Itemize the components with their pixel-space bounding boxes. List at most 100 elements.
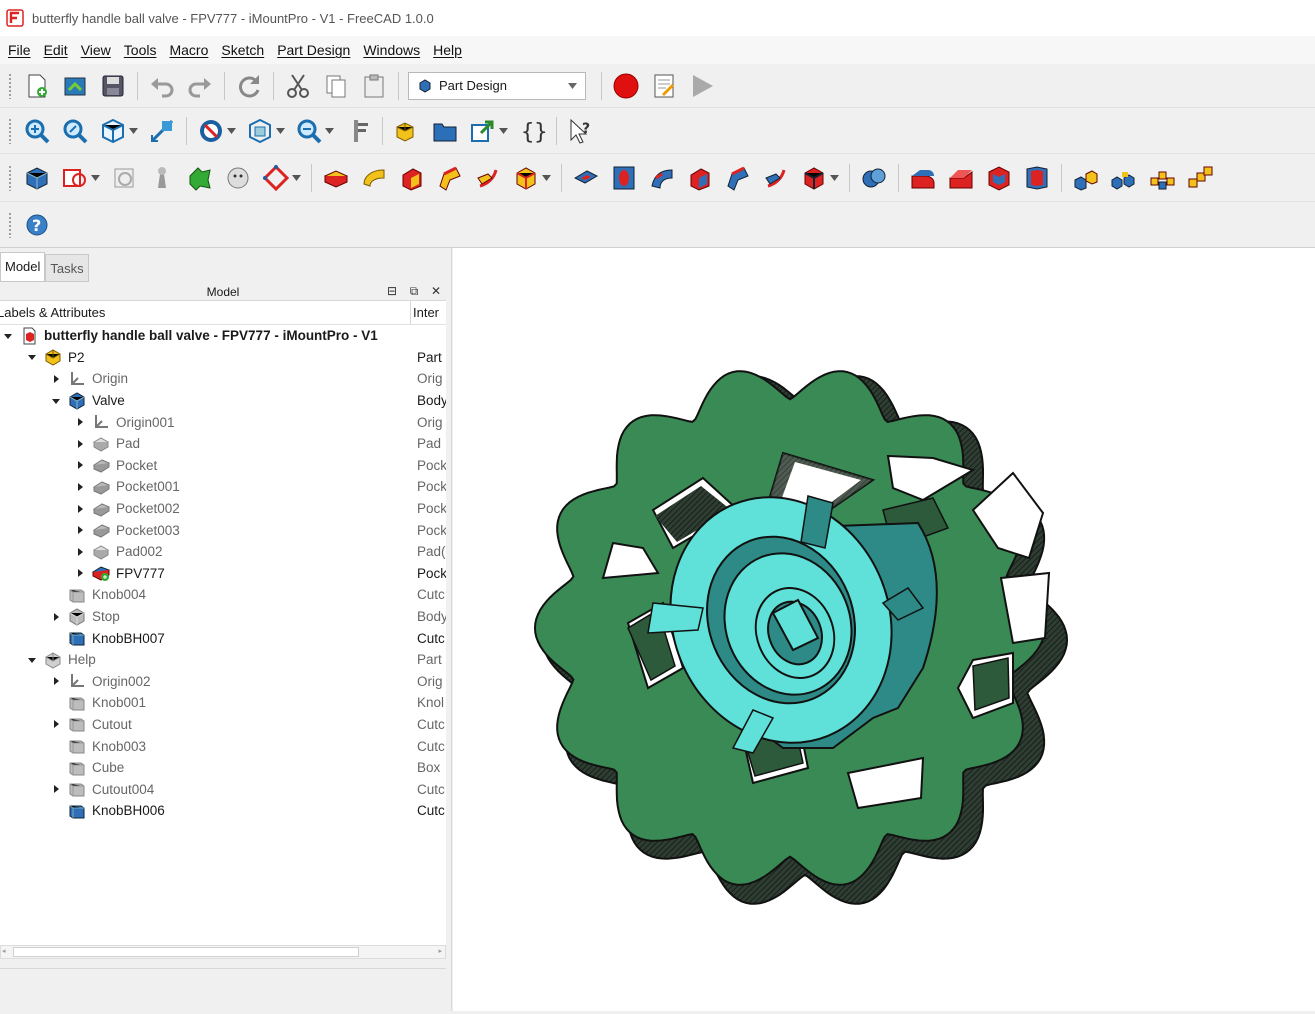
toolbar-grip[interactable] (8, 164, 12, 191)
standard-views-dropdown[interactable] (129, 127, 139, 134)
tree-row[interactable]: Knob001 Knol (0, 692, 446, 714)
datum-plane-button[interactable] (260, 162, 292, 194)
create-group-button[interactable] (429, 115, 461, 147)
workbench-selector[interactable]: Part Design (408, 71, 586, 100)
hole-button[interactable] (608, 162, 640, 194)
tree-row[interactable]: Pocket Pock (0, 455, 446, 477)
paste-button[interactable] (358, 70, 390, 102)
tree-row[interactable]: Pocket001 Pock (0, 476, 446, 498)
tree-row[interactable]: Help Part (0, 649, 446, 671)
scroll-left-icon[interactable]: ◂ (2, 947, 6, 955)
tree-row[interactable]: butterfly handle ball valve - FPV777 - i… (0, 325, 446, 347)
draw-style-dropdown[interactable] (227, 127, 237, 134)
multi-transform-button[interactable] (1184, 162, 1216, 194)
menu-macro[interactable]: Macro (165, 42, 217, 58)
tree-row[interactable]: Cutout Cutc (0, 714, 446, 736)
tree-row[interactable]: Pocket003 Pock (0, 519, 446, 541)
tree-expander[interactable] (74, 546, 86, 558)
datum-dropdown[interactable] (292, 174, 302, 181)
loft-button[interactable] (396, 162, 428, 194)
tree-row[interactable]: Valve Body (0, 390, 446, 412)
zoom-button[interactable] (293, 115, 325, 147)
toolbar-grip[interactable] (8, 117, 12, 144)
sub-shape-binder-button[interactable] (184, 162, 216, 194)
execute-macro-button[interactable] (686, 70, 718, 102)
additive-primitive-button[interactable] (510, 162, 542, 194)
menu-windows[interactable]: Windows (359, 42, 429, 58)
subtractive-loft-button[interactable] (684, 162, 716, 194)
tree-expander[interactable] (26, 351, 38, 363)
pad-button[interactable] (320, 162, 352, 194)
tree-row[interactable]: Origin Orig (0, 368, 446, 390)
link-dropdown[interactable] (499, 127, 509, 134)
new-document-button[interactable] (21, 70, 53, 102)
help-button[interactable]: ? (21, 209, 53, 241)
subtractive-pipe-button[interactable] (722, 162, 754, 194)
tree-expander[interactable] (26, 654, 38, 666)
create-sketch-button[interactable] (59, 162, 91, 194)
tree-row[interactable]: Pad002 Pad( (0, 541, 446, 563)
measure-distance-button[interactable] (342, 115, 374, 147)
pipe-button[interactable] (434, 162, 466, 194)
fit-selection-button[interactable] (59, 115, 91, 147)
close-icon[interactable]: ✕ (429, 284, 443, 298)
tab-tasks[interactable]: Tasks (45, 254, 89, 282)
column-internal[interactable]: Inter (411, 301, 439, 324)
tree-row[interactable]: P2 Part (0, 347, 446, 369)
undo-button[interactable] (146, 70, 178, 102)
mirrored-button[interactable] (1070, 162, 1102, 194)
create-part-button[interactable] (391, 115, 423, 147)
menu-help[interactable]: Help (429, 42, 471, 58)
save-button[interactable] (97, 70, 129, 102)
tree-expander[interactable] (2, 330, 14, 342)
create-body-button[interactable] (21, 162, 53, 194)
tree-row[interactable]: Pocket002 Pock (0, 498, 446, 520)
tree-row[interactable]: Knob003 Cutc (0, 735, 446, 757)
scrollbar-thumb[interactable] (13, 947, 359, 957)
gear-knob-model[interactable] (453, 248, 1315, 1011)
menu-part-design[interactable]: Part Design (273, 42, 359, 58)
menu-tools[interactable]: Tools (120, 42, 166, 58)
variable-set-button[interactable]: {} (516, 115, 548, 147)
subtractive-primitive-button[interactable] (798, 162, 830, 194)
validate-sketch-button[interactable] (108, 162, 140, 194)
helix-button[interactable] (472, 162, 504, 194)
tree-expander[interactable] (74, 481, 86, 493)
float-icon[interactable]: ⧉ (407, 284, 421, 298)
tree-expander[interactable] (50, 395, 62, 407)
record-macro-button[interactable] (610, 70, 642, 102)
tree-expander[interactable] (50, 611, 62, 623)
bounding-box-dropdown[interactable] (276, 127, 286, 134)
tree-row[interactable]: Cutout004 Cutc (0, 778, 446, 800)
groove-button[interactable] (646, 162, 678, 194)
zoom-dropdown[interactable] (325, 127, 335, 134)
boolean-button[interactable] (858, 162, 890, 194)
menu-file[interactable]: File (4, 42, 40, 58)
tree-row[interactable]: Pad Pad (0, 433, 446, 455)
tree-expander[interactable] (50, 675, 62, 687)
tree-expander[interactable] (50, 783, 62, 795)
toolbar-grip[interactable] (8, 72, 12, 99)
collapse-icon[interactable]: ⊟ (385, 284, 399, 298)
tree-row[interactable]: Origin002 Orig (0, 671, 446, 693)
tree-expander[interactable] (74, 416, 86, 428)
standard-views-button[interactable] (97, 115, 129, 147)
additive-primitive-dropdown[interactable] (542, 174, 552, 181)
shape-binder-button[interactable] (146, 162, 178, 194)
fit-all-button[interactable] (21, 115, 53, 147)
thickness-button[interactable] (1021, 162, 1053, 194)
linear-pattern-button[interactable] (1108, 162, 1140, 194)
tree-row[interactable]: Knob004 Cutc (0, 584, 446, 606)
tree-expander[interactable] (50, 718, 62, 730)
menu-sketch[interactable]: Sketch (217, 42, 273, 58)
macros-button[interactable] (648, 70, 680, 102)
redo-button[interactable] (184, 70, 216, 102)
draft-button[interactable] (983, 162, 1015, 194)
subtractive-helix-button[interactable] (760, 162, 792, 194)
sketch-dropdown[interactable] (91, 174, 101, 181)
tree-expander[interactable] (74, 503, 86, 515)
whats-this-button[interactable]: ? (565, 115, 597, 147)
scroll-right-icon[interactable]: ▸ (438, 947, 442, 955)
clone-button[interactable] (222, 162, 254, 194)
polar-pattern-button[interactable] (1146, 162, 1178, 194)
